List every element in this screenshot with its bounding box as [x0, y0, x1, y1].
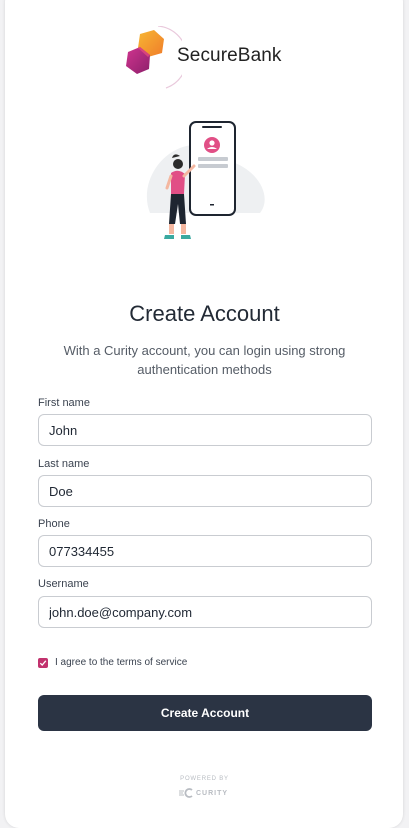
user-phone-illustration — [140, 118, 275, 250]
username-field[interactable] — [38, 596, 372, 628]
powered-by-text: POWERED BY — [180, 776, 229, 782]
first-name-label: First name — [38, 397, 90, 409]
terms-row[interactable]: I agree to the terms of service — [38, 657, 187, 668]
create-account-button[interactable]: Create Account — [38, 695, 372, 731]
terms-checkbox[interactable] — [38, 657, 48, 668]
last-name-field[interactable] — [38, 475, 372, 507]
terms-label: I agree to the terms of service — [55, 657, 188, 668]
brand-name: SecureBank — [177, 45, 282, 66]
phone-label: Phone — [38, 518, 70, 530]
curity-wordmark: CURITY — [196, 789, 229, 797]
securebank-logo-icon — [126, 26, 182, 89]
phone-field[interactable] — [38, 535, 372, 567]
curity-logo: CURITY — [178, 788, 228, 798]
brand-logo: SecureBank — [122, 26, 292, 90]
last-name-label: Last name — [38, 458, 90, 470]
page-title: Create Account — [129, 301, 280, 326]
username-label: Username — [38, 578, 89, 590]
page-subtitle: With a Curity account, you can login usi… — [63, 343, 346, 377]
checkmark-icon — [39, 659, 47, 666]
curity-logo-icon — [179, 788, 193, 798]
first-name-field[interactable] — [38, 414, 372, 446]
